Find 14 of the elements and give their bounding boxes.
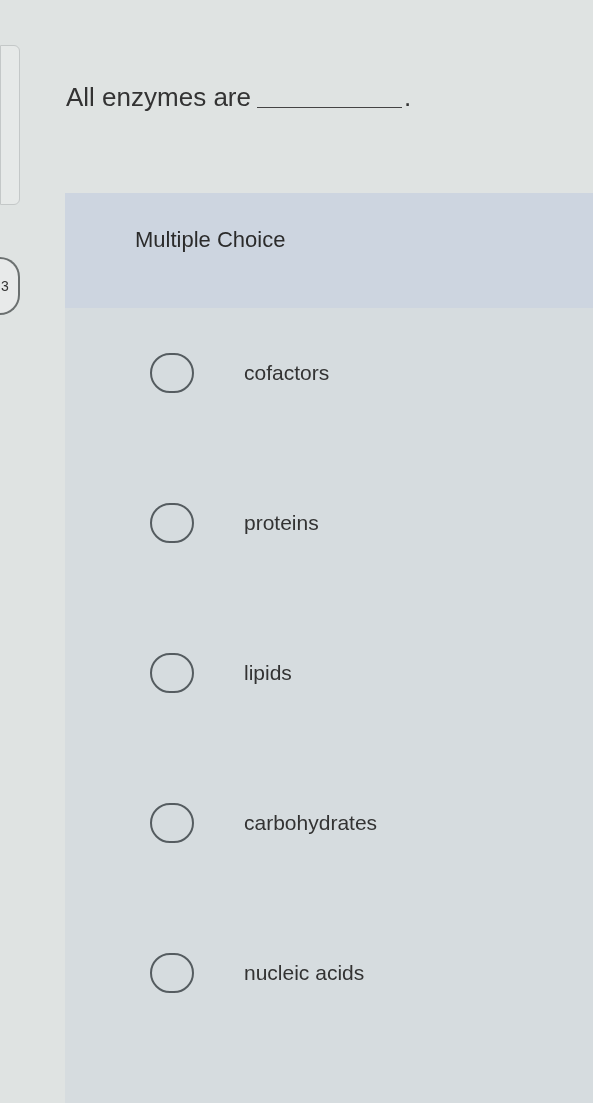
question-text: All enzymes are — [66, 81, 251, 114]
option-label[interactable]: carbohydrates — [244, 803, 378, 843]
option-label[interactable]: lipids — [244, 653, 292, 693]
period: . — [403, 81, 412, 114]
radio-button[interactable] — [150, 653, 194, 693]
question-number[interactable]: 3 — [0, 257, 20, 315]
radio-button[interactable] — [150, 803, 194, 843]
section-title: Multiple Choice — [135, 227, 286, 252]
radio-button[interactable] — [150, 953, 194, 993]
radio-button[interactable] — [150, 353, 194, 393]
option-label[interactable]: proteins — [244, 503, 319, 543]
option-label[interactable]: nucleic acids — [244, 953, 365, 993]
radio-button[interactable] — [150, 503, 194, 543]
option-label[interactable]: cofactors — [244, 353, 330, 393]
